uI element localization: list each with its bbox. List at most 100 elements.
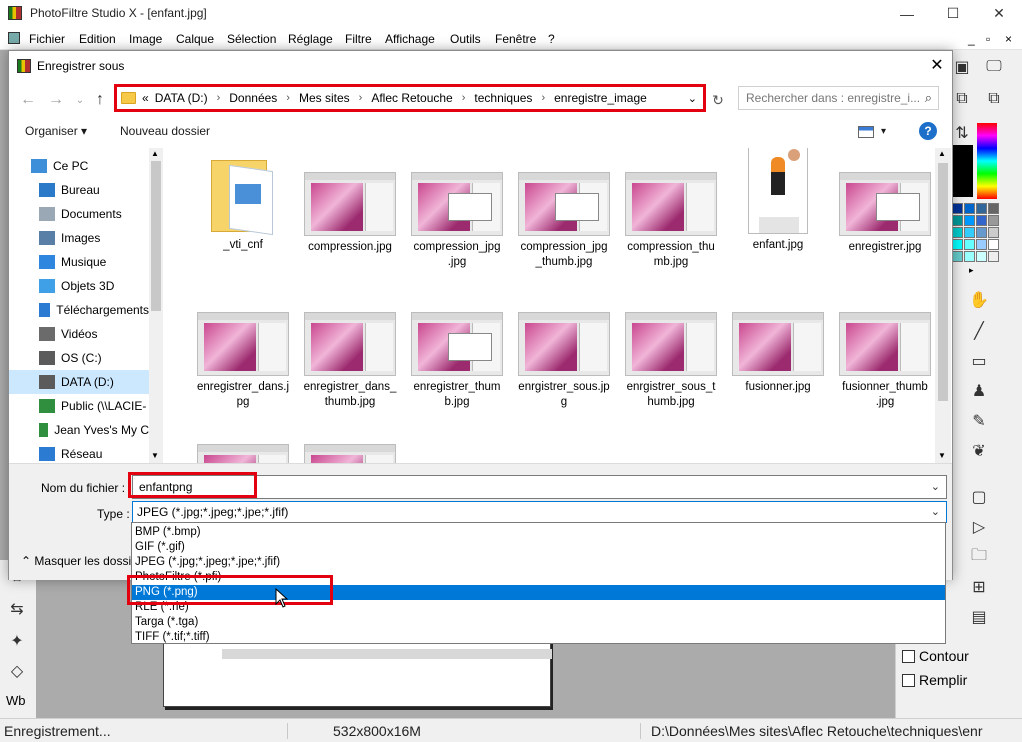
type-option[interactable]: Targa (*.tga) [132, 615, 945, 630]
brush-tool-icon[interactable]: ✎ [968, 410, 990, 432]
file-item[interactable]: enregistrer.jpg [835, 154, 935, 255]
menu-fenetre[interactable]: Fenêtre [495, 32, 536, 46]
palette-swatch[interactable] [952, 251, 963, 262]
breadcrumb-aflec-retouche[interactable]: Aflec Retouche [371, 91, 452, 105]
address-bar[interactable]: « DATA (D:) › Données › Mes sites › Afle… [114, 84, 706, 112]
polygon-tool-icon[interactable]: ▷ [968, 516, 990, 538]
wb-tool-label[interactable]: Wb [6, 693, 26, 708]
type-option[interactable]: TIFF (*.tif;*.tiff) [132, 630, 945, 645]
nav-item[interactable]: Jean Yves's My C [9, 418, 149, 442]
file-scroll-up-icon[interactable]: ▲ [938, 149, 946, 158]
copy-tool-icon[interactable]: ⧉ [951, 88, 973, 110]
palette-swatch[interactable] [964, 203, 975, 214]
screen-tool-icon[interactable]: 🖵 [983, 56, 1005, 78]
nav-item[interactable]: Vidéos [9, 322, 149, 346]
palette-swatch[interactable] [952, 215, 963, 226]
folder-item[interactable]: _vti_cnf [193, 154, 293, 253]
refresh-icon[interactable]: ↻ [707, 89, 729, 111]
palette-swatch[interactable] [976, 251, 987, 262]
paste-tool-icon[interactable]: ⧉ [983, 88, 1005, 110]
filename-dropdown-icon[interactable]: ⌄ [931, 480, 940, 493]
palette-swatch[interactable] [964, 227, 975, 238]
menu-filtre[interactable]: Filtre [345, 32, 372, 46]
nav-item[interactable]: OS (C:) [9, 346, 149, 370]
nav-item[interactable]: Public (\\LACIE- [9, 394, 149, 418]
image-thumbnail[interactable] [304, 444, 396, 463]
nav-scroll-up-icon[interactable]: ▲ [151, 149, 159, 158]
type-option[interactable]: BMP (*.bmp) [132, 525, 945, 540]
menu-reglage[interactable]: Réglage [288, 32, 333, 46]
file-item[interactable]: enrgistrer_sous.jp g [514, 294, 614, 410]
palette-swatch[interactable] [964, 239, 975, 250]
breadcrumb-separator-icon[interactable]: › [541, 92, 545, 104]
mdi-close-button[interactable]: × [1005, 32, 1012, 46]
address-dropdown-icon[interactable]: ⌄ [688, 92, 697, 105]
mdi-restore-button[interactable]: ▫ [986, 32, 990, 46]
close-app-button[interactable]: ✕ [976, 0, 1022, 27]
nav-item[interactable]: Musique [9, 250, 149, 274]
hide-folders-toggle[interactable]: ⌃ Masquer les dossi [21, 554, 131, 568]
file-item[interactable]: compression_jpg _thumb.jpg [514, 154, 614, 270]
ratio-tool-icon[interactable]: ⊞ [968, 576, 990, 598]
nav-item[interactable]: Images [9, 226, 149, 250]
back-arrow-icon[interactable]: ← [17, 89, 39, 111]
file-item[interactable]: enrgistrer_sous_t humb.jpg [621, 294, 721, 410]
close-dialog-button[interactable]: ✕ [927, 55, 947, 75]
nav-item[interactable]: Documents [9, 202, 149, 226]
nav-item[interactable]: Bureau [9, 178, 149, 202]
nav-item[interactable]: Réseau [9, 442, 149, 463]
image-tool-icon[interactable]: ▣ [951, 56, 973, 78]
file-item[interactable]: compression_jpg .jpg [407, 154, 507, 270]
breadcrumb-separator-icon[interactable]: › [359, 92, 363, 104]
remplir-option[interactable]: Remplir [902, 672, 967, 688]
palette-swatch[interactable] [952, 239, 963, 250]
file-item[interactable]: fusionner_thumb .jpg [835, 294, 935, 410]
breadcrumb-separator-icon[interactable]: › [217, 92, 221, 104]
nav-pane-scroll-thumb[interactable] [151, 161, 161, 311]
file-item[interactable]: fusionner.jpg [728, 294, 828, 395]
palette-swatch[interactable] [964, 215, 975, 226]
file-item[interactable]: enfant.jpg [728, 148, 828, 253]
breadcrumb-separator-icon[interactable]: › [462, 92, 466, 104]
type-dropdown-icon[interactable]: ⌄ [931, 505, 940, 518]
remplir-checkbox[interactable] [902, 673, 915, 687]
type-select[interactable]: JPEG (*.jpg;*.jpeg;*.jpe;*.jfif) ⌄ [132, 501, 947, 523]
type-option[interactable]: JPEG (*.jpg;*.jpeg;*.jpe;*.jfif) [132, 555, 945, 570]
breadcrumb-separator-icon[interactable]: › [286, 92, 290, 104]
contour-checkbox[interactable] [902, 649, 915, 663]
palette-swatch[interactable] [988, 203, 999, 214]
minimize-button[interactable]: — [884, 0, 930, 27]
file-scroll-down-icon[interactable]: ▼ [938, 451, 946, 460]
file-item[interactable]: enregistrer_dans_ thumb.jpg [300, 294, 400, 410]
view-options-icon[interactable] [858, 126, 874, 138]
menu-edition[interactable]: Edition [79, 32, 116, 46]
stamp-tool-icon[interactable]: ♟ [968, 380, 990, 402]
line-tool-icon[interactable]: ╱ [968, 320, 990, 342]
effect-tool-icon[interactable]: ✦ [6, 630, 28, 652]
mdi-minimize-button[interactable]: _ [968, 32, 975, 46]
file-item[interactable]: compression_thu mb.jpg [621, 154, 721, 270]
palette-swatch[interactable] [976, 227, 987, 238]
nav-item[interactable]: Objets 3D [9, 274, 149, 298]
breadcrumb-data-d[interactable]: DATA (D:) [155, 91, 208, 105]
foreground-color-swatch[interactable] [951, 145, 973, 197]
eraser-tool-icon[interactable]: ▭ [968, 350, 990, 372]
strawberry-tool-icon[interactable]: ❦ [968, 440, 990, 462]
new-folder-button[interactable]: Nouveau dossier [120, 124, 210, 138]
palette-swatch[interactable] [952, 227, 963, 238]
image-thumbnail[interactable] [197, 444, 289, 463]
mirror-tool-icon[interactable]: ⇆ [6, 598, 28, 620]
recent-chevron-icon[interactable]: ⌄ [69, 89, 91, 111]
palette-swatch[interactable] [988, 251, 999, 262]
menu-fichier[interactable]: Fichier [29, 32, 65, 46]
nav-scroll-down-icon[interactable]: ▼ [151, 451, 159, 460]
file-list-scroll-thumb[interactable] [938, 163, 948, 401]
palette-scroll-icon[interactable]: ▸ [969, 265, 974, 276]
palette-swatch[interactable] [988, 239, 999, 250]
menu-outils[interactable]: Outils [450, 32, 481, 46]
menu-affichage[interactable]: Affichage [385, 32, 435, 46]
palette-swatch[interactable] [988, 227, 999, 238]
shape-tool-icon[interactable]: ◇ [6, 660, 28, 682]
view-dropdown-icon[interactable]: ▾ [881, 126, 886, 137]
forward-arrow-icon[interactable]: → [45, 89, 67, 111]
